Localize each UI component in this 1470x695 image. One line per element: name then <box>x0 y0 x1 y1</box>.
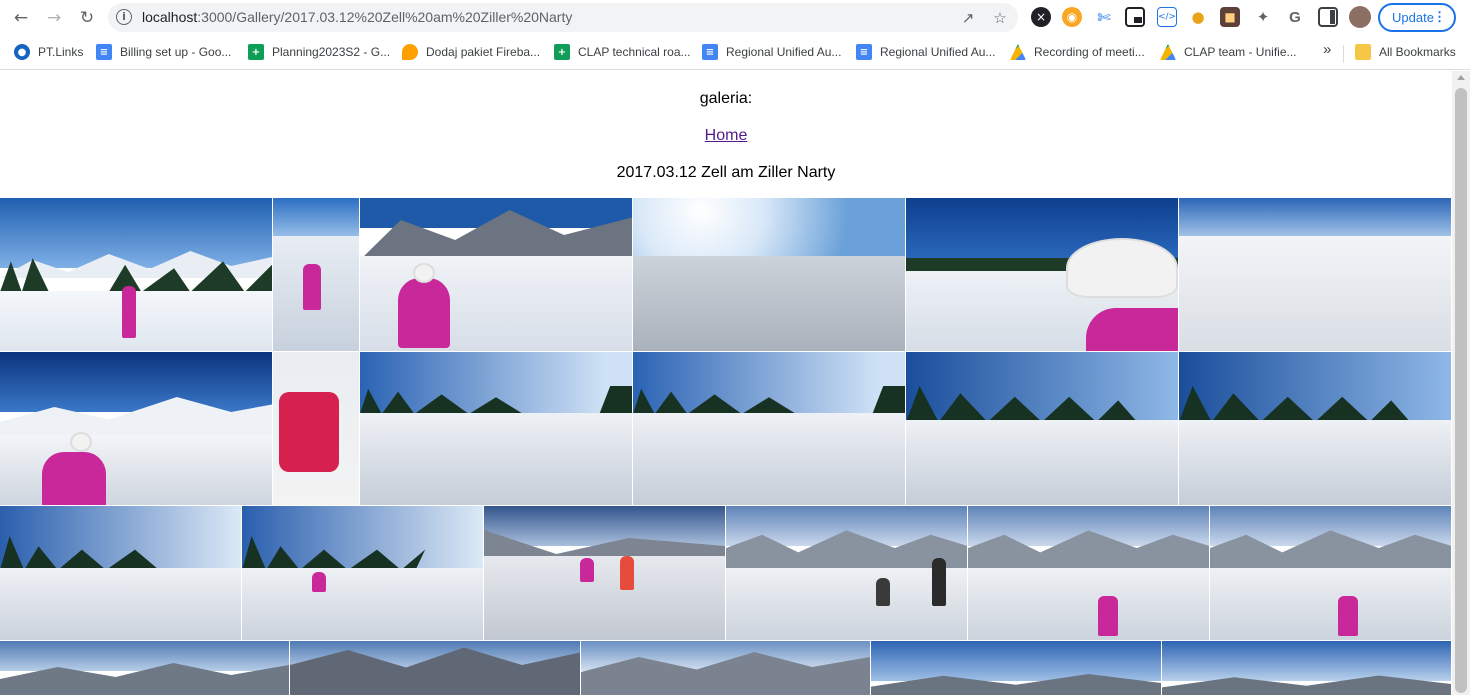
reload-icon[interactable]: ↻ <box>75 6 99 30</box>
gallery-photo[interactable] <box>290 641 580 695</box>
bookmark-label: Regional Unified Au... <box>880 45 996 59</box>
bookmark-item[interactable]: + Planning2023S2 - G... <box>248 44 390 60</box>
bookmark-label: CLAP technical roa... <box>578 45 691 59</box>
photo-extension-icon[interactable]: ■ <box>1220 7 1240 27</box>
globe-icon: ● <box>14 44 30 60</box>
extension-x-icon[interactable]: × <box>1031 7 1051 27</box>
home-link[interactable]: Home <box>705 127 748 144</box>
gallery-title: 2017.03.12 Zell am Ziller Narty <box>616 164 836 181</box>
page-content: galeria: Home 2017.03.12 Zell am Ziller … <box>0 71 1452 695</box>
bookmark-item[interactable]: + CLAP technical roa... <box>554 44 691 60</box>
home-link-wrapper: Home <box>0 127 1452 145</box>
bookmark-item[interactable]: ≡ Regional Unified Au... <box>856 44 995 60</box>
share-icon[interactable]: ↗ <box>958 8 978 28</box>
gallery-photo[interactable] <box>906 198 1178 351</box>
gallery-photo[interactable] <box>633 352 905 505</box>
menu-kebab-icon[interactable]: ⋮ <box>1433 9 1446 25</box>
gallery-photo[interactable] <box>242 506 483 640</box>
gallery-photo[interactable] <box>726 506 967 640</box>
url-path: :3000/Gallery/2017.03.12%20Zell%20am%20Z… <box>197 9 573 25</box>
gallery-photo[interactable] <box>484 506 725 640</box>
gallery-photo[interactable] <box>633 198 905 351</box>
gallery-photo[interactable] <box>360 198 632 351</box>
gallery-photo[interactable] <box>360 352 632 505</box>
google-sheets-icon: + <box>248 44 264 60</box>
site-info-icon[interactable]: i <box>116 9 132 25</box>
gallery-photo[interactable] <box>0 641 289 695</box>
bookmark-label: Regional Unified Au... <box>726 45 842 59</box>
bookmark-label: Planning2023S2 - G... <box>272 45 391 59</box>
scissors-icon[interactable]: ✄ <box>1094 7 1114 27</box>
all-bookmarks-label: All Bookmarks <box>1379 45 1456 59</box>
gallery-photo[interactable] <box>1210 506 1451 640</box>
vertical-scrollbar[interactable] <box>1452 71 1470 695</box>
bookmarks-overflow-chevron-icon[interactable]: » <box>1323 41 1331 58</box>
gallery-photo[interactable] <box>0 506 241 640</box>
google-docs-icon: ≡ <box>856 44 872 60</box>
bookmark-label: CLAP team - Unifie... <box>1184 45 1297 59</box>
all-bookmarks-button[interactable]: All Bookmarks <box>1355 44 1456 60</box>
back-arrow-icon[interactable]: ← <box>9 6 33 30</box>
scrollbar-thumb[interactable] <box>1455 88 1467 693</box>
gallery-photo[interactable] <box>273 352 359 505</box>
page-heading: galeria: <box>699 90 753 107</box>
profile-avatar[interactable] <box>1349 6 1371 28</box>
url-host: localhost <box>142 9 198 25</box>
google-drive-icon <box>1010 44 1026 60</box>
gallery-photo[interactable] <box>1179 198 1451 351</box>
google-docs-icon: ≡ <box>96 44 112 60</box>
bookmark-item[interactable]: CLAP team - Unifie... <box>1160 44 1297 60</box>
gallery-photo[interactable] <box>871 641 1161 695</box>
star-bookmark-icon[interactable]: ☆ <box>990 8 1010 28</box>
update-button[interactable]: Update ⋮ <box>1378 3 1456 32</box>
address-bar[interactable]: i localhost:3000/Gallery/2017.03.12%20Ze… <box>108 3 1018 32</box>
bookmark-label: PT.Links <box>38 45 84 59</box>
extension-headphones-icon[interactable]: ◉ <box>1062 7 1082 27</box>
gallery-photo[interactable] <box>0 352 272 505</box>
update-label: Update <box>1392 10 1434 25</box>
picture-in-picture-icon[interactable] <box>1125 7 1145 27</box>
bookmark-label: Billing set up - Goo... <box>120 45 232 59</box>
browser-toolbar: ← → ↻ i localhost:3000/Gallery/2017.03.1… <box>0 0 1470 36</box>
forward-arrow-icon[interactable]: → <box>42 6 66 30</box>
bookmark-item[interactable]: ≡ Billing set up - Goo... <box>96 44 231 60</box>
gallery-photo[interactable] <box>968 506 1209 640</box>
gallery-photo[interactable] <box>1179 352 1451 505</box>
gallery-photo[interactable] <box>273 198 359 351</box>
gallery-photo[interactable] <box>1162 641 1451 695</box>
gallery-photo[interactable] <box>0 198 272 351</box>
puzzle-extensions-icon[interactable]: ✦ <box>1253 7 1273 27</box>
bookmarks-bar: ● PT.Links ≡ Billing set up - Goo... + Plan… <box>0 36 1470 70</box>
bookmark-item[interactable]: ● PT.Links <box>14 44 83 60</box>
medal-extension-icon[interactable]: ● <box>1188 7 1208 27</box>
google-docs-icon: ≡ <box>702 44 718 60</box>
google-g-icon[interactable]: G <box>1285 7 1305 27</box>
url-text[interactable]: localhost:3000/Gallery/2017.03.12%20Zell… <box>142 9 572 25</box>
scroll-up-arrow-icon[interactable] <box>1457 75 1465 80</box>
side-panel-icon[interactable] <box>1318 7 1338 27</box>
bookmark-label: Recording of meeti... <box>1034 45 1145 59</box>
bookmarks-divider <box>1343 45 1344 63</box>
bookmark-item[interactable]: Recording of meeti... <box>1010 44 1145 60</box>
google-sheets-icon: + <box>554 44 570 60</box>
firebase-icon <box>402 44 418 60</box>
bookmark-label: Dodaj pakiet Fireba... <box>426 45 541 59</box>
gallery-photo[interactable] <box>906 352 1178 505</box>
google-drive-icon <box>1160 44 1176 60</box>
bookmark-item[interactable]: ≡ Regional Unified Au... <box>702 44 841 60</box>
folder-icon <box>1355 44 1371 60</box>
gallery-photo[interactable] <box>581 641 870 695</box>
bookmark-item[interactable]: Dodaj pakiet Fireba... <box>402 44 540 60</box>
code-extension-icon[interactable]: </> <box>1157 7 1177 27</box>
